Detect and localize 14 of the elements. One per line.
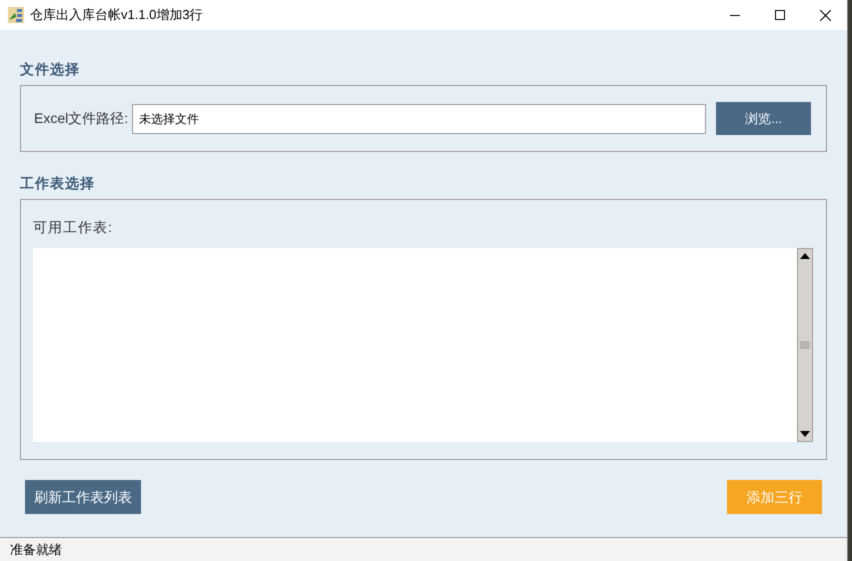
refresh-button[interactable]: 刷新工作表列表 xyxy=(25,480,141,514)
list-label: 可用工作表: xyxy=(33,218,113,237)
section-heading: 文件选择 xyxy=(20,60,80,79)
section-heading: 工作表选择 xyxy=(20,174,95,193)
close-icon[interactable] xyxy=(820,10,831,20)
scroll-grip-icon xyxy=(800,341,810,349)
field-label: Excel文件路径: xyxy=(34,109,128,128)
status-text: 准备就绪 xyxy=(10,540,62,559)
app-icon xyxy=(8,7,24,23)
window-title: 仓库出入库台帐v1.1.0增加3行 xyxy=(30,6,203,24)
scrollbar[interactable] xyxy=(797,248,813,442)
browse-button[interactable]: 浏览... xyxy=(716,102,812,135)
path-field[interactable]: 未选择文件 xyxy=(132,104,706,134)
maximize-icon[interactable] xyxy=(775,10,785,20)
